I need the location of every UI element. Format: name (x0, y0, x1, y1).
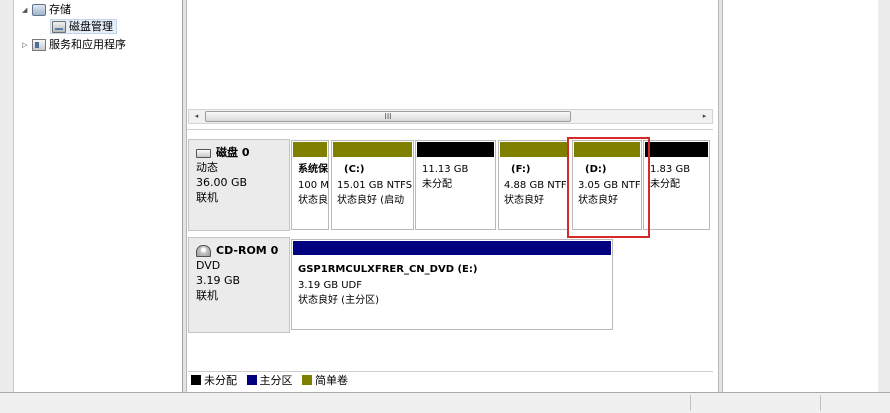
tree-item-label: 存储 (49, 3, 71, 16)
partition-bar (417, 142, 494, 157)
left-edge (0, 0, 14, 392)
partition-status: 状态良好 (578, 195, 618, 206)
partition-bar (645, 142, 708, 157)
partition-system-reserved[interactable]: 系统保留 100 MB 状态良好 (291, 140, 329, 230)
partition-bar (293, 241, 611, 255)
partition-size: 15.01 GB NTFS (337, 180, 413, 191)
legend-swatch (302, 375, 312, 385)
partition-unallocated-2[interactable]: 1.83 GB 未分配 (643, 140, 710, 230)
scrollbar-thumb[interactable]: III (205, 111, 571, 122)
right-edge (878, 0, 890, 392)
horizontal-scrollbar[interactable]: ◂ III ▸ (188, 109, 713, 124)
partition-size: 11.13 GB (422, 164, 469, 175)
partition-status: 未分配 (650, 179, 680, 190)
disk-title: 磁盘 0 (216, 146, 250, 159)
actions-pane (722, 0, 878, 392)
legend-label: 简单卷 (315, 374, 348, 387)
partition-size: 4.88 GB NTFS (504, 180, 569, 191)
grip-icon: III (384, 112, 392, 121)
partition-title: (F:) (511, 164, 531, 175)
partition-title: 系统保留 (298, 164, 328, 175)
disk-title: CD-ROM 0 (216, 244, 279, 257)
partition-size: 3.19 GB UDF (298, 280, 363, 291)
partition-title: (D:) (585, 164, 607, 175)
partition-bar (574, 142, 640, 157)
status-bar (0, 392, 890, 413)
partition-bar (293, 142, 327, 157)
partition-size: 1.83 GB (650, 164, 691, 175)
scroll-left-icon[interactable]: ◂ (189, 110, 204, 123)
legend-swatch (191, 375, 201, 385)
legend-label: 未分配 (204, 374, 237, 387)
collapse-arrow-icon[interactable]: ◢ (22, 2, 32, 18)
storage-icon (32, 4, 46, 16)
disk-type: 动态 (196, 161, 218, 174)
partition-size: 100 MB (298, 180, 329, 191)
disk-0-label[interactable]: 磁盘 0 动态 36.00 GB 联机 (188, 139, 290, 231)
legend-primary: 主分区 (246, 374, 293, 388)
partition-d[interactable]: (D:) 3.05 GB NTFS 状态良好 (572, 140, 642, 230)
partition-status: 状态良好 (主分区) (298, 295, 379, 306)
tree-item-disk-management[interactable]: 磁盘管理 (50, 19, 117, 35)
services-icon (32, 39, 46, 51)
partition-title: GSP1RMCULXFRER_CN_DVD (E:) (298, 264, 478, 275)
partition-e-dvd[interactable]: GSP1RMCULXFRER_CN_DVD (E:) 3.19 GB UDF 状… (291, 239, 613, 330)
partition-bar (333, 142, 412, 157)
disk-state: 联机 (196, 289, 218, 302)
partition-status: 状态良好 (504, 195, 544, 206)
partition-bar (500, 142, 567, 157)
cdrom-icon (196, 245, 211, 257)
legend-swatch (246, 375, 257, 385)
scroll-right-icon[interactable]: ▸ (697, 110, 712, 123)
disk-size: 3.19 GB (196, 274, 241, 287)
disk-type: DVD (196, 259, 221, 272)
disk-management-icon (52, 21, 66, 33)
expand-arrow-icon[interactable]: ▷ (22, 37, 32, 53)
partition-status: 状态良好 (298, 195, 328, 206)
disk-size: 36.00 GB (196, 176, 248, 189)
tree-item-label: 服务和应用程序 (49, 38, 126, 51)
tree-item-storage[interactable]: ◢ 存储 (22, 2, 71, 18)
partition-c[interactable]: (C:) 15.01 GB NTFS 状态良好 (启动 (331, 140, 414, 230)
cdrom-0-label[interactable]: CD-ROM 0 DVD 3.19 GB 联机 (188, 237, 290, 333)
partition-unallocated-1[interactable]: 11.13 GB 未分配 (415, 140, 496, 230)
legend-label: 主分区 (259, 374, 293, 387)
disk-state: 联机 (196, 191, 218, 204)
partition-status: 状态良好 (启动 (337, 195, 405, 206)
tree-item-services[interactable]: ▷ 服务和应用程序 (22, 37, 126, 53)
partition-title: (C:) (344, 164, 365, 175)
legend-simple-volume: 简单卷 (302, 374, 348, 388)
tree-item-label: 磁盘管理 (69, 20, 113, 33)
disk-icon (196, 148, 211, 158)
legend: 未分配 主分区 简单卷 (188, 371, 713, 389)
partition-f[interactable]: (F:) 4.88 GB NTFS 状态良好 (498, 140, 569, 230)
legend-unallocated: 未分配 (191, 374, 237, 388)
tree-item-selection: 磁盘管理 (50, 19, 117, 34)
console-tree-pane (14, 0, 183, 392)
partition-size: 3.05 GB NTFS (578, 180, 642, 191)
partition-status: 未分配 (422, 179, 452, 190)
